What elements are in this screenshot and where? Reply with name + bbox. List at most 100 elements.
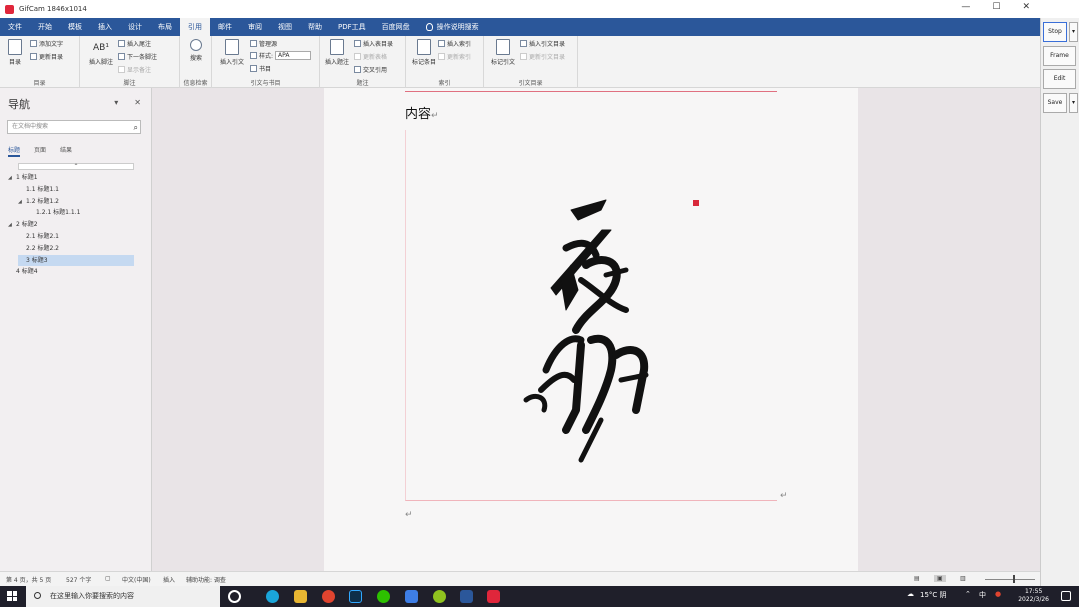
file-explorer-icon[interactable] [294,590,307,603]
weather-icon[interactable]: ☁ [907,590,914,598]
nav-heading-item[interactable]: ◢ 2 标题2 [8,219,38,230]
expand-triangle-icon[interactable]: ◢ [8,173,16,184]
content-text[interactable]: 内容↵ [405,103,439,122]
insert-tof-button[interactable]: 插入表目录 [354,39,393,48]
gifcam-save-button[interactable]: Save [1043,93,1067,113]
maximize-button[interactable]: ☐ [992,2,1000,12]
word-icon[interactable] [460,590,473,603]
insert-endnote-button[interactable]: 插入尾注 [118,39,151,48]
mark-entry-button[interactable]: 标记条目 [412,39,436,66]
tab-review[interactable]: 审阅 [240,18,270,36]
wechat-icon[interactable] [377,590,390,603]
gifcam-edit-button[interactable]: Edit [1043,69,1076,89]
tell-me-search[interactable]: 操作说明搜索 [418,18,487,36]
tab-home[interactable]: 开始 [30,18,60,36]
group-label-research: 信息检索 [183,80,208,87]
bibliography-button[interactable]: 书目 [250,64,271,73]
notification-icon[interactable] [1061,591,1071,601]
gifcam-frame-button[interactable]: Frame [1043,46,1076,66]
status-words[interactable]: 527 个字 [66,575,91,584]
update-toa-button[interactable]: 更新引文目录 [520,52,565,61]
insert-endnote-label: 插入尾注 [127,41,152,48]
print-layout-icon[interactable]: ▣ [934,575,946,582]
nav-heading-item[interactable]: ◢ 1.2 标题1.2 [18,196,59,207]
status-accessibility[interactable]: 辅助功能: 调查 [186,575,226,584]
style-select[interactable]: APA [275,51,312,60]
minimize-button[interactable]: — [961,2,970,12]
group-citations: 插入引文 管理源 样式: APA 书目 引文与书目 [212,36,320,88]
tab-file[interactable]: 文件 [0,18,30,36]
tab-view[interactable]: 视图 [270,18,300,36]
expand-triangle-icon[interactable]: ◢ [18,197,26,208]
tab-baidu-netdisk[interactable]: 百度网盘 [374,18,418,36]
show-notes-button[interactable]: 显示备注 [118,65,151,74]
ime-indicator[interactable]: 中 [979,590,986,600]
nav-heading-item[interactable]: 4 标题4 [8,266,38,277]
photoshop-icon[interactable] [349,590,362,603]
insert-index-button[interactable]: 插入索引 [438,39,471,48]
gifcam-stop-dropdown[interactable]: ▾ [1069,22,1078,42]
weather-text[interactable]: 15°C 阴 [920,590,947,600]
nav-heading-item[interactable]: 2.1 标题2.1 [18,231,59,242]
nav-heading-item[interactable]: 1.2.1 标题1.1.1 [28,207,80,218]
tab-references[interactable]: 引用 [180,18,210,36]
insert-citation-button[interactable]: 插入引文 [216,39,248,66]
nav-heading-item[interactable]: 1.1 标题1.1 [18,184,59,195]
insert-toa-button[interactable]: 插入引文目录 [520,39,565,48]
toc-button[interactable]: 目录 [4,39,26,66]
nav-tab-headings[interactable]: 标题 [8,145,21,157]
insert-footnote-button[interactable]: AB¹ 插入脚注 [86,39,116,66]
gifcam-taskbar-icon[interactable] [487,590,500,603]
insert-caption-button[interactable]: 插入题注 [322,39,352,66]
nav-close-button[interactable]: ✕ [134,98,141,107]
update-toc-button[interactable]: 更新目录 [30,52,63,61]
update-index-button[interactable]: 更新索引 [438,52,471,61]
status-page[interactable]: 第 4 页，共 5 页 [6,575,51,584]
chrome-browser-icon[interactable] [322,590,335,603]
gifcam-stop-button[interactable]: Stop [1043,22,1067,42]
taskbar-search-box[interactable]: 在这里输入你要搜索的内容 [26,586,220,607]
task-view-icon[interactable] [228,590,241,603]
cross-reference-button[interactable]: 交叉引用 [354,65,387,74]
zoom-slider-track[interactable] [985,579,1035,580]
proofing-icon[interactable]: ▢ [105,575,111,582]
tab-layout[interactable]: 布局 [150,18,180,36]
search-button[interactable]: 搜索 [186,39,206,62]
gifcam-save-dropdown[interactable]: ▾ [1069,93,1078,113]
tab-insert[interactable]: 插入 [90,18,120,36]
nav-tab-pages[interactable]: 页面 [34,145,46,157]
nav-heading-item[interactable]: 2.2 标题2.2 [18,243,59,254]
nav-heading-item[interactable]: 3 标题3 [18,254,134,266]
windows-start-icon[interactable] [7,591,17,601]
nav-tab-results[interactable]: 结果 [60,145,72,157]
status-language[interactable]: 中文(中国) [122,575,151,584]
mark-citation-button[interactable]: 标记引文 [488,39,518,66]
tab-pdf-tools[interactable]: PDF工具 [330,18,374,36]
nav-search-input[interactable]: 在文档中搜索 ⌕ [7,120,141,134]
next-footnote-button[interactable]: 下一条脚注 [118,52,157,61]
calligraphy-image[interactable] [405,130,777,501]
tab-help[interactable]: 帮助 [300,18,330,36]
green-app-icon[interactable] [433,590,446,603]
edge-browser-icon[interactable] [266,590,279,603]
collapse-all-bar[interactable]: ⌃ [18,163,134,170]
pinned-app-icon[interactable] [405,590,418,603]
tab-template[interactable]: 模板 [60,18,90,36]
add-text-button[interactable]: 添加文字 [30,39,63,48]
close-button[interactable]: ✕ [1022,2,1030,12]
tab-design[interactable]: 设计 [120,18,150,36]
update-table-button[interactable]: 更新表格 [354,52,387,61]
zoom-slider-thumb[interactable] [1013,575,1015,583]
taskbar-clock[interactable]: 17:55 2022/3/26 [1018,588,1049,604]
tray-chevron-icon[interactable]: ⌃ [965,590,971,598]
status-mode[interactable]: 插入 [163,575,175,584]
nav-heading-item[interactable]: ◢ 1 标题1 [8,172,38,183]
web-layout-icon[interactable]: ▥ [960,575,966,582]
nav-search-icon[interactable]: ⌕ [134,122,138,134]
tab-mailings[interactable]: 邮件 [210,18,240,36]
manage-sources-button[interactable]: 管理源 [250,39,277,48]
expand-triangle-icon[interactable]: ◢ [8,220,16,231]
tray-app-icon[interactable]: ● [995,590,1001,598]
read-mode-icon[interactable]: ▤ [914,575,920,582]
nav-menu-button[interactable]: ▾ [114,98,118,107]
